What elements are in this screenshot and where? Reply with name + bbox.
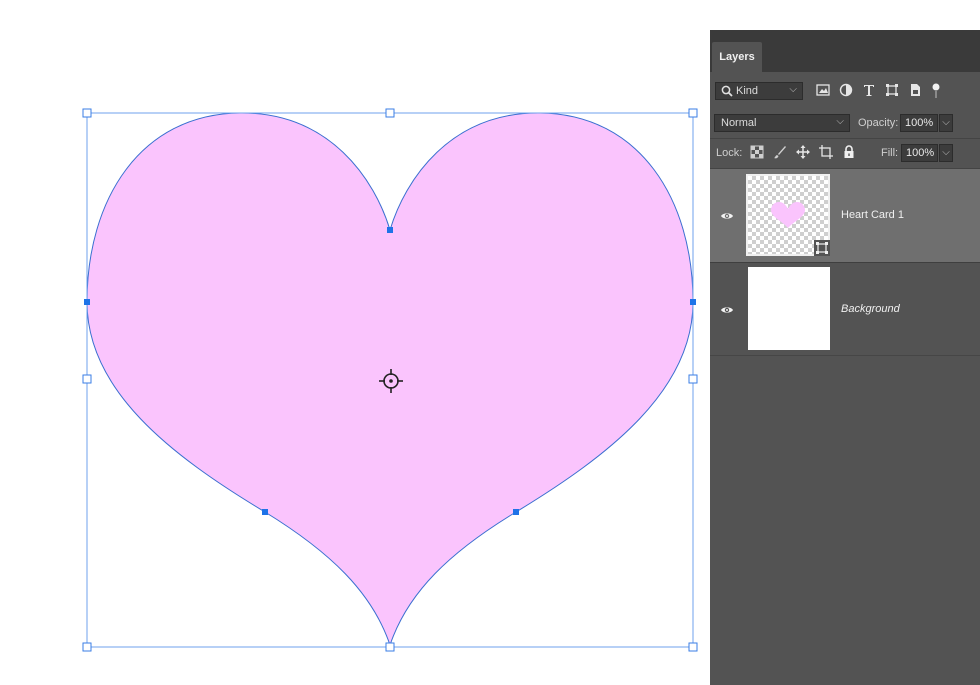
shape-filter-icon[interactable] <box>885 83 899 97</box>
lock-all-icon[interactable] <box>842 145 862 161</box>
handle-middle-right[interactable] <box>688 374 698 384</box>
layer-name[interactable]: Background <box>841 303 900 315</box>
fill-field[interactable]: 100% <box>901 144 938 162</box>
filter-toggle-icon[interactable] <box>931 83 941 99</box>
divider <box>710 355 980 356</box>
handle-top-center[interactable] <box>385 108 395 118</box>
handle-bottom-left[interactable] <box>82 642 92 652</box>
lock-transparent-pixels-icon[interactable] <box>750 145 770 161</box>
layer-thumbnail <box>746 174 830 256</box>
type-filter-icon[interactable] <box>862 83 876 97</box>
smart-object-filter-icon[interactable] <box>908 83 922 97</box>
layers-panel: Layers Kind ⌵ Normal ⌵ Opacity: 100% ⌵ L… <box>710 30 980 685</box>
handle-bottom-right[interactable] <box>688 642 698 652</box>
fill-dropdown-button[interactable]: ⌵ <box>939 144 953 162</box>
panel-tab-bar: Layers <box>710 30 980 72</box>
layer-name[interactable]: Heart Card 1 <box>841 209 904 221</box>
fill-label: Fill: <box>881 147 899 159</box>
filter-kind-label: Kind <box>736 85 759 97</box>
pixel-filter-icon[interactable] <box>816 83 830 97</box>
blend-mode-value: Normal <box>721 117 757 129</box>
chevron-down-icon: ⌵ <box>789 84 797 95</box>
handle-middle-left[interactable] <box>82 374 92 384</box>
opacity-dropdown-button[interactable]: ⌵ <box>939 114 953 132</box>
tab-layers[interactable]: Layers <box>712 42 762 72</box>
blend-opacity-row: Normal ⌵ Opacity: 100% ⌵ <box>710 112 980 134</box>
handle-top-right[interactable] <box>688 108 698 118</box>
search-icon <box>721 85 733 97</box>
layer-filter-row: Kind ⌵ <box>710 80 980 104</box>
anchor-right[interactable] <box>690 299 696 305</box>
eye-icon[interactable] <box>720 305 734 315</box>
lock-fill-row: Lock: Fill: 100% ⌵ <box>710 142 980 164</box>
lock-position-icon[interactable] <box>796 145 816 161</box>
blend-mode-select[interactable]: Normal ⌵ <box>714 114 850 132</box>
filter-kind-select[interactable]: Kind ⌵ <box>715 82 803 100</box>
opacity-label: Opacity: <box>858 117 899 129</box>
anchor-left[interactable] <box>84 299 90 305</box>
layer-row-background[interactable]: Background <box>710 263 980 356</box>
eye-icon[interactable] <box>720 211 734 221</box>
handle-bottom-center[interactable] <box>385 642 395 652</box>
opacity-field[interactable]: 100% <box>900 114 938 132</box>
lock-artboard-icon[interactable] <box>819 145 839 161</box>
document-canvas[interactable] <box>0 0 710 685</box>
heart-shape[interactable] <box>86 112 694 647</box>
shape-layer-badge-icon <box>814 240 830 256</box>
lock-label: Lock: <box>716 147 743 159</box>
layer-thumbnail <box>748 267 830 350</box>
lock-icons-group <box>750 145 862 161</box>
adjustment-filter-icon[interactable] <box>839 83 853 97</box>
lock-image-pixels-icon[interactable] <box>773 145 793 161</box>
chevron-down-icon: ⌵ <box>836 116 844 127</box>
canvas-svg[interactable] <box>0 0 710 685</box>
handle-top-left[interactable] <box>82 108 92 118</box>
anchor-lower-right[interactable] <box>513 509 519 515</box>
anchor-top-notch[interactable] <box>387 227 393 233</box>
divider <box>710 138 980 139</box>
anchor-lower-left[interactable] <box>262 509 268 515</box>
layer-row-heart-card-1[interactable]: Heart Card 1 <box>710 169 980 262</box>
filter-icons-group <box>816 83 947 99</box>
